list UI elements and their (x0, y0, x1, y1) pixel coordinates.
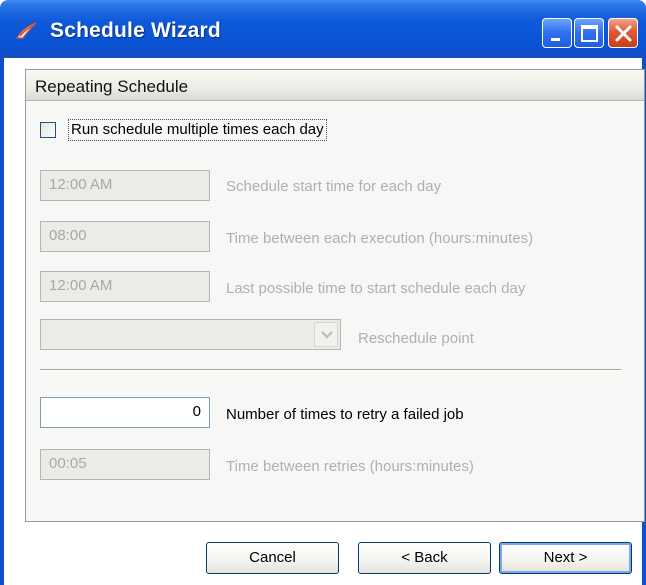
panel-title: Repeating Schedule (35, 77, 189, 96)
cancel-button[interactable]: Cancel (206, 542, 339, 574)
minimize-icon (551, 38, 560, 41)
retry-interval-label: Time between retries (hours:minutes) (226, 458, 474, 475)
dropdown-button[interactable] (314, 322, 338, 347)
reschedule-point-select[interactable] (40, 319, 341, 350)
close-button[interactable] (608, 18, 638, 48)
repeat-checkbox-label[interactable]: Run schedule multiple times each day (68, 119, 327, 141)
reschedule-point-label: Reschedule point (358, 330, 474, 347)
title-bar[interactable]: Schedule Wizard (0, 0, 646, 58)
back-button[interactable]: < Back (358, 542, 491, 574)
panel-header: Repeating Schedule (26, 70, 644, 101)
close-icon (615, 25, 632, 42)
maximize-button[interactable] (574, 18, 604, 48)
client-area: Repeating Schedule Run schedule multiple… (4, 58, 645, 585)
retry-count-field[interactable]: 0 (40, 397, 210, 428)
window-title: Schedule Wizard (50, 19, 221, 42)
chevron-down-icon (321, 331, 333, 339)
start-time-field[interactable]: 12:00 AM (40, 170, 210, 201)
next-button[interactable]: Next > (499, 542, 632, 574)
retry-count-label: Number of times to retry a failed job (226, 406, 464, 423)
retry-interval-field[interactable]: 00:05 (40, 449, 210, 480)
last-time-field[interactable]: 12:00 AM (40, 271, 210, 302)
repeat-checkbox[interactable] (40, 122, 56, 138)
interval-field[interactable]: 08:00 (40, 221, 210, 252)
maximize-icon (581, 25, 598, 42)
scheduler-app-icon (14, 20, 40, 42)
last-time-label: Last possible time to start schedule eac… (226, 280, 526, 297)
start-time-label: Schedule start time for each day (226, 178, 442, 195)
interval-label: Time between each execution (hours:minut… (226, 230, 534, 247)
minimize-button[interactable] (542, 18, 572, 48)
schedule-wizard-window: Schedule Wizard Repeating Schedule Run s… (0, 0, 646, 585)
section-divider (40, 369, 621, 371)
